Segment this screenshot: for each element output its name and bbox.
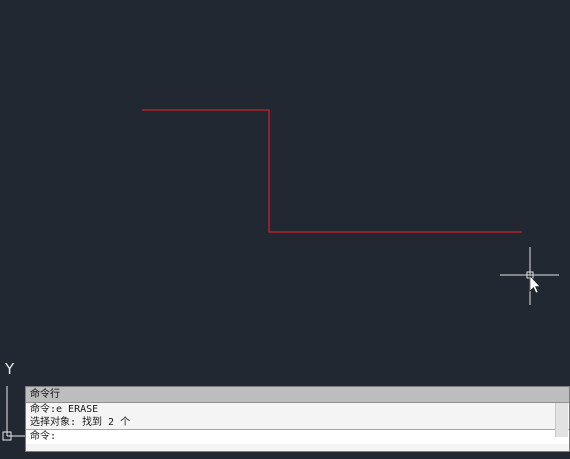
- command-input[interactable]: [56, 430, 569, 444]
- command-history-line: 命令:e ERASE: [30, 404, 99, 415]
- command-line-title[interactable]: 命令行: [26, 387, 569, 403]
- ucs-axis-icon: [2, 386, 25, 441]
- command-line-panel[interactable]: 命令行 命令:e ERASE 选择对象: 找到 2 个 命令:: [25, 386, 570, 452]
- crosshair-cursor: [500, 247, 559, 305]
- ucs-y-label: Y: [5, 360, 15, 378]
- command-input-row[interactable]: 命令:: [26, 429, 569, 444]
- pointer-arrow-icon: [529, 275, 541, 294]
- red-polyline[interactable]: [142, 109, 522, 233]
- command-history-line: 选择对象: 找到 2 个: [30, 417, 131, 428]
- command-prompt: 命令:: [30, 431, 57, 442]
- drawing-canvas[interactable]: Y 命令行 命令:e ERASE 选择对象: 找到 2 个 命令:: [0, 0, 570, 459]
- command-history-scrollbar[interactable]: [555, 403, 568, 437]
